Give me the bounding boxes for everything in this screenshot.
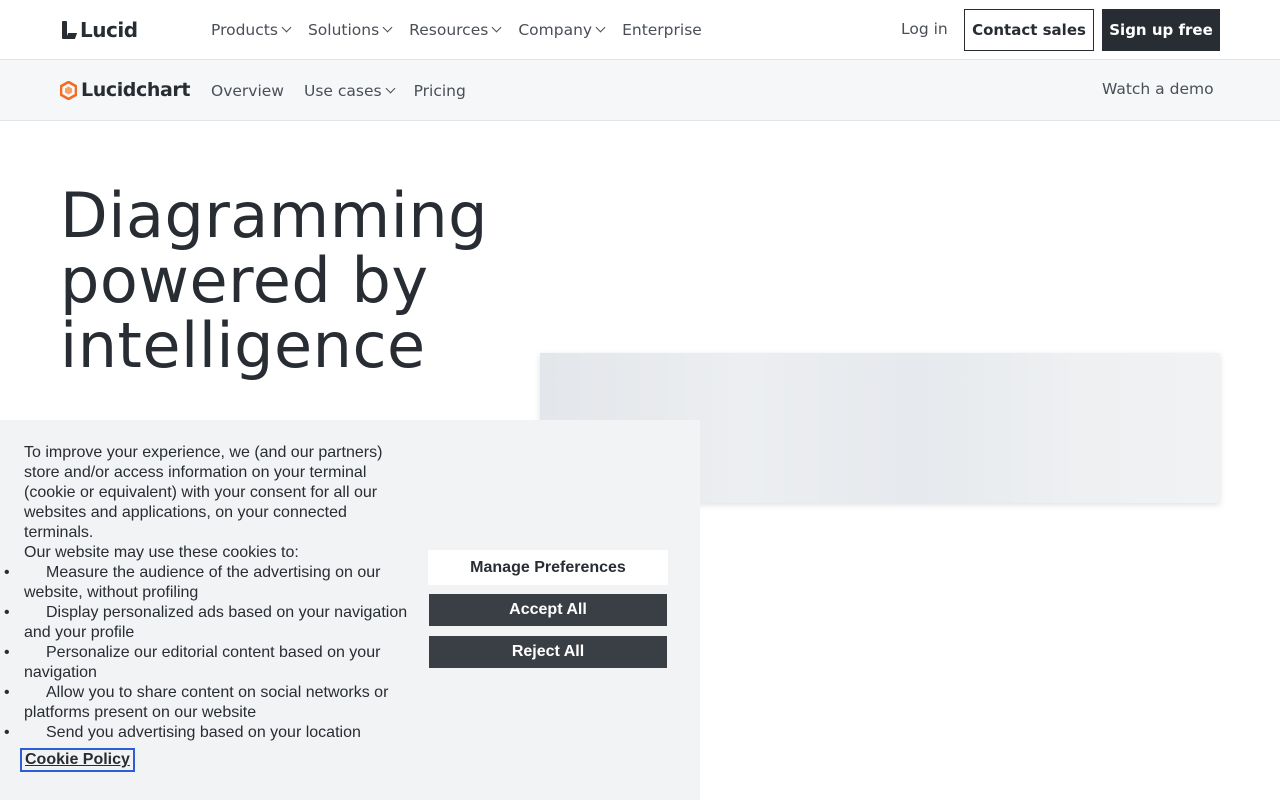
manage-preferences-button[interactable]: Manage Preferences — [428, 550, 668, 585]
menu-item-products[interactable]: Products — [211, 21, 292, 39]
hero-title: Diagramming powered by intelligence — [60, 183, 530, 378]
menu-item-enterprise[interactable]: Enterprise — [622, 21, 702, 39]
main-menu: Products Solutions Resources Company Ent… — [211, 0, 720, 60]
menu-item-resources[interactable]: Resources — [409, 21, 502, 39]
accept-all-button[interactable]: Accept All — [429, 594, 667, 626]
list-item: Allow you to share content on social net… — [4, 683, 419, 723]
chevron-down-icon — [385, 83, 396, 93]
menu-item-label: Solutions — [307, 21, 380, 39]
lucid-logo[interactable]: Lucid — [62, 18, 138, 42]
top-navigation: Lucid Products Solutions Resources Compa… — [0, 0, 1280, 60]
list-item: Personalize our editorial content based … — [4, 643, 419, 683]
product-subnav: Lucidchart Overview Use cases Pricing — [0, 60, 1280, 121]
cookie-consent-text: To improve your experience, we (and our … — [4, 443, 419, 743]
chevron-down-icon — [382, 22, 393, 33]
cookie-intro: To improve your experience, we (and our … — [24, 444, 383, 541]
list-item: Send you advertising based on your locat… — [4, 723, 419, 743]
subnav-item-label: Use cases — [303, 81, 382, 100]
cookie-list-intro: Our website may use these cookies to: — [24, 544, 299, 561]
reject-all-button[interactable]: Reject All — [429, 636, 667, 668]
cookie-policy-link[interactable]: Cookie Policy — [20, 748, 135, 772]
list-item: Measure the audience of the advertising … — [4, 563, 419, 603]
menu-item-solutions[interactable]: Solutions — [307, 21, 393, 39]
lucidchart-logo[interactable]: Lucidchart — [60, 79, 190, 101]
list-item: Display personalized ads based on your n… — [4, 603, 419, 643]
menu-item-company[interactable]: Company — [518, 21, 606, 39]
cookie-purpose-list: Measure the audience of the advertising … — [4, 563, 419, 743]
product-menu: Overview Use cases Pricing — [211, 60, 486, 121]
contact-sales-button[interactable]: Contact sales — [964, 9, 1094, 51]
chevron-down-icon — [491, 22, 502, 33]
lucidchart-logo-icon — [60, 80, 77, 100]
hero-title-line: powered by — [60, 244, 429, 317]
subnav-item-label: Pricing — [413, 81, 466, 100]
chevron-down-icon — [595, 22, 606, 33]
chevron-down-icon — [281, 22, 292, 33]
subnav-item-pricing[interactable]: Pricing — [414, 82, 466, 100]
subnav-item-label: Overview — [211, 81, 284, 100]
sign-up-free-button[interactable]: Sign up free — [1102, 9, 1220, 51]
login-link[interactable]: Log in — [901, 20, 948, 38]
lucid-logo-text: Lucid — [80, 18, 138, 42]
hero-title-line: Diagramming — [60, 179, 488, 252]
lucid-logo-icon — [62, 21, 76, 39]
lucidchart-logo-text: Lucidchart — [81, 79, 191, 101]
menu-item-label: Enterprise — [622, 21, 702, 39]
menu-item-label: Resources — [409, 21, 489, 39]
watch-demo-link[interactable]: Watch a demo — [1102, 80, 1214, 98]
cookie-consent-banner: To improve your experience, we (and our … — [0, 420, 700, 800]
menu-item-label: Company — [518, 21, 593, 39]
hero-title-line: intelligence — [60, 309, 426, 382]
subnav-item-use-cases[interactable]: Use cases — [303, 81, 396, 100]
subnav-item-overview[interactable]: Overview — [211, 82, 284, 100]
menu-item-label: Products — [211, 21, 278, 39]
